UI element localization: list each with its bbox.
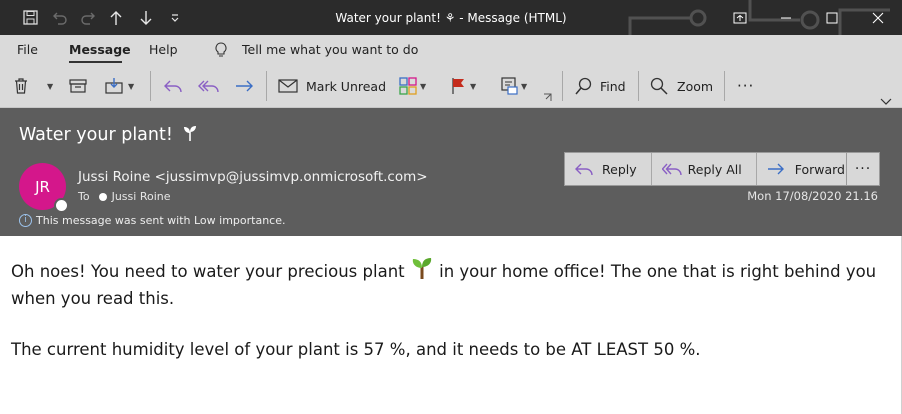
ribbon-separator — [266, 71, 267, 101]
follow-up-button[interactable]: ▼ — [451, 69, 476, 103]
body-paragraph-1: Oh noes! You need to water your precious… — [11, 256, 881, 312]
importance-text: This message was sent with Low importanc… — [36, 214, 286, 227]
forward-ribbon-button[interactable] — [234, 69, 254, 103]
up-arrow-icon[interactable] — [104, 0, 128, 35]
lightbulb-icon — [215, 42, 227, 57]
zoom-label: Zoom — [677, 78, 714, 94]
customize-toolbar-icon[interactable] — [164, 0, 186, 35]
chevron-down-icon: ▼ — [521, 81, 528, 91]
message-header: Water your plant! JR Jussi Roine <jussim… — [0, 108, 902, 236]
reply-all-label: Reply All — [687, 161, 742, 177]
chevron-down-icon: ▼ — [128, 81, 135, 91]
title-bar: Water your plant! ⚘ - Message (HTML) — [0, 0, 902, 35]
envelope-icon — [278, 79, 298, 93]
message-actions: Reply Reply All Forward — [564, 152, 870, 186]
reply-all-ribbon-button[interactable] — [198, 69, 220, 103]
body-text-1a: Oh noes! You need to water your precious… — [11, 262, 410, 281]
zoom-icon — [650, 77, 668, 95]
recipient-presence-icon — [98, 192, 107, 201]
subject-text: Water your plant! — [19, 125, 173, 145]
delete-button[interactable] — [13, 69, 29, 103]
delete-dropdown[interactable]: ▼ — [44, 69, 53, 103]
info-icon: i — [19, 214, 32, 227]
ribbon-separator — [724, 71, 725, 101]
importance-notice: i This message was sent with Low importa… — [19, 214, 286, 227]
maximize-icon[interactable] — [809, 0, 855, 35]
categorize-icon — [399, 77, 417, 95]
menu-bar: File Message Help Tell me what you want … — [0, 35, 902, 65]
seedling-icon — [184, 126, 197, 141]
mark-unread-button[interactable]: Mark Unread — [278, 69, 386, 103]
close-icon[interactable] — [855, 0, 901, 35]
reply-icon — [164, 80, 182, 93]
reply-label: Reply — [602, 161, 637, 177]
trash-icon — [15, 78, 27, 94]
reply-button[interactable]: Reply — [565, 153, 652, 185]
rules-button[interactable]: ▼ — [500, 69, 527, 103]
recipient-line: To Jussi Roine — [78, 190, 171, 203]
dialog-launcher-icon[interactable] — [543, 91, 552, 103]
move-button[interactable]: ▼ — [105, 69, 134, 103]
tell-me-search[interactable]: Tell me what you want to do — [214, 35, 418, 65]
find-label: Find — [600, 78, 626, 94]
reply-icon — [575, 163, 593, 176]
move-to-folder-icon — [105, 78, 123, 94]
reply-all-icon — [661, 163, 682, 176]
body-paragraph-2: The current humidity level of your plant… — [11, 340, 701, 359]
chevron-down-icon: ▼ — [47, 81, 54, 91]
forward-icon — [767, 163, 784, 175]
find-button[interactable]: Find — [575, 69, 626, 103]
seedling-emoji-icon — [412, 258, 432, 279]
sender-address[interactable]: Jussi Roine <jussimvp@jussimvp.onmicroso… — [78, 169, 428, 185]
flag-icon — [452, 78, 464, 94]
presence-indicator — [54, 198, 69, 213]
archive-button[interactable] — [69, 69, 87, 103]
more-commands-button[interactable]: ··· — [737, 69, 754, 103]
menu-file[interactable]: File — [17, 35, 38, 65]
minimize-icon[interactable] — [763, 0, 809, 35]
zoom-button[interactable]: Zoom — [650, 69, 713, 103]
chevron-down-icon: ▼ — [420, 81, 427, 91]
active-tab-indicator — [69, 61, 122, 63]
down-arrow-icon[interactable] — [134, 0, 158, 35]
more-actions-button[interactable]: ··· — [846, 152, 880, 186]
menu-help[interactable]: Help — [149, 35, 178, 65]
chevron-down-icon: ▼ — [470, 81, 477, 91]
message-subject: Water your plant! — [19, 124, 198, 145]
ribbon-display-options-icon[interactable] — [717, 0, 763, 35]
rules-icon — [501, 77, 518, 95]
tell-me-label: Tell me what you want to do — [242, 42, 419, 57]
reply-all-icon — [198, 80, 219, 93]
to-label: To — [78, 190, 90, 203]
categorize-button[interactable]: ▼ — [399, 69, 426, 103]
mark-unread-label: Mark Unread — [306, 78, 387, 94]
ribbon-toolbar: ▼ ▼ Mark Unread ▼ ▼ ▼ Find Zoom ··· — [0, 65, 902, 108]
reply-ribbon-button[interactable] — [163, 69, 183, 103]
ribbon-separator — [150, 71, 151, 101]
recipient-name[interactable]: Jussi Roine — [112, 190, 171, 203]
forward-label: Forward — [794, 161, 845, 177]
find-icon — [575, 77, 592, 95]
message-body: Oh noes! You need to water your precious… — [11, 256, 881, 363]
redo-icon[interactable] — [76, 0, 100, 35]
ribbon-separator — [638, 71, 639, 101]
undo-icon[interactable] — [48, 0, 72, 35]
archive-icon — [69, 79, 87, 93]
reply-all-button[interactable]: Reply All — [652, 153, 757, 185]
received-date: Mon 17/08/2020 21.16 — [747, 189, 878, 203]
forward-icon — [236, 80, 253, 92]
save-icon[interactable] — [18, 0, 42, 35]
ribbon-separator — [562, 71, 563, 101]
